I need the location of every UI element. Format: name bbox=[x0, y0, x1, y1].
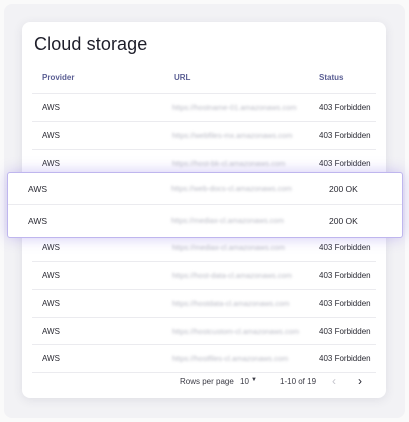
url-cell[interactable]: https://web-docs-cl.amazonaws.com bbox=[171, 184, 292, 193]
url-cell[interactable]: https://host-bk-cl.amazonaws.com bbox=[172, 159, 285, 168]
provider-cell: AWS bbox=[42, 354, 60, 363]
url-cell[interactable]: https://hostdata-cl.amazonaws.com bbox=[172, 299, 290, 308]
url-cell[interactable]: https://mediax-cl.amazonaws.com bbox=[171, 216, 284, 225]
provider-cell: AWS bbox=[42, 299, 60, 308]
status-cell: 403 Forbidden bbox=[319, 131, 371, 140]
provider-cell: AWS bbox=[42, 131, 60, 140]
table-row[interactable]: AWS https://hostcustom-cl.amazonaws.com … bbox=[32, 317, 376, 345]
column-header-status[interactable]: Status bbox=[319, 73, 343, 85]
table-row[interactable]: AWS https://hostname-01.amazonaws.com 40… bbox=[32, 93, 376, 121]
pagination-range: 1-10 of 19 bbox=[280, 377, 317, 386]
status-cell: 403 Forbidden bbox=[319, 299, 371, 308]
status-cell: 200 OK bbox=[329, 216, 358, 226]
table-row[interactable]: AWS https://host-data-cl.amazonaws.com 4… bbox=[32, 261, 376, 289]
column-header-provider[interactable]: Provider bbox=[42, 73, 74, 85]
table-row-highlighted[interactable]: AWS https://mediax-cl.amazonaws.com 200 … bbox=[8, 204, 402, 236]
url-cell[interactable]: https://hostname-01.amazonaws.com bbox=[172, 103, 297, 112]
url-cell[interactable]: https://hostfiles-cl.amazonaws.com bbox=[172, 354, 288, 363]
table-row-highlighted[interactable]: AWS https://web-docs-cl.amazonaws.com 20… bbox=[8, 173, 402, 204]
url-cell[interactable]: https://webfiles-mx.amazonaws.com bbox=[172, 131, 292, 140]
url-cell[interactable]: https://host-data-cl.amazonaws.com bbox=[172, 271, 292, 280]
pagination-bar: Rows per page 10 ▼ 1-10 of 19 ‹ › bbox=[22, 371, 386, 391]
highlighted-rows: AWS https://web-docs-cl.amazonaws.com 20… bbox=[7, 172, 403, 238]
url-cell[interactable]: https://mediax-cl.amazonaws.com bbox=[172, 243, 285, 252]
rows-per-page-select[interactable]: 10 bbox=[240, 377, 249, 386]
provider-cell: AWS bbox=[28, 184, 48, 194]
status-cell: 403 Forbidden bbox=[319, 243, 371, 252]
chevron-right-icon[interactable]: › bbox=[358, 374, 362, 388]
table-row[interactable]: AWS https://hostfiles-cl.amazonaws.com 4… bbox=[32, 344, 376, 373]
provider-cell: AWS bbox=[42, 243, 60, 252]
provider-cell: AWS bbox=[42, 271, 60, 280]
caret-down-icon[interactable]: ▼ bbox=[251, 377, 257, 383]
provider-cell: AWS bbox=[42, 159, 60, 168]
status-cell: 403 Forbidden bbox=[319, 327, 371, 336]
provider-cell: AWS bbox=[42, 103, 60, 112]
chevron-left-icon[interactable]: ‹ bbox=[332, 374, 336, 388]
table-row[interactable]: AWS https://webfiles-mx.amazonaws.com 40… bbox=[32, 121, 376, 149]
column-header-url[interactable]: URL bbox=[174, 73, 190, 85]
url-cell[interactable]: https://hostcustom-cl.amazonaws.com bbox=[172, 327, 299, 336]
provider-cell: AWS bbox=[28, 216, 48, 226]
status-cell: 403 Forbidden bbox=[319, 271, 371, 280]
page-title: Cloud storage bbox=[34, 34, 148, 54]
rows-per-page-label: Rows per page bbox=[180, 377, 234, 386]
status-cell: 403 Forbidden bbox=[319, 103, 371, 112]
status-cell: 200 OK bbox=[329, 184, 358, 194]
provider-cell: AWS bbox=[42, 327, 60, 336]
status-cell: 403 Forbidden bbox=[319, 159, 371, 168]
status-cell: 403 Forbidden bbox=[319, 354, 371, 363]
table-row[interactable]: AWS https://hostdata-cl.amazonaws.com 40… bbox=[32, 289, 376, 317]
